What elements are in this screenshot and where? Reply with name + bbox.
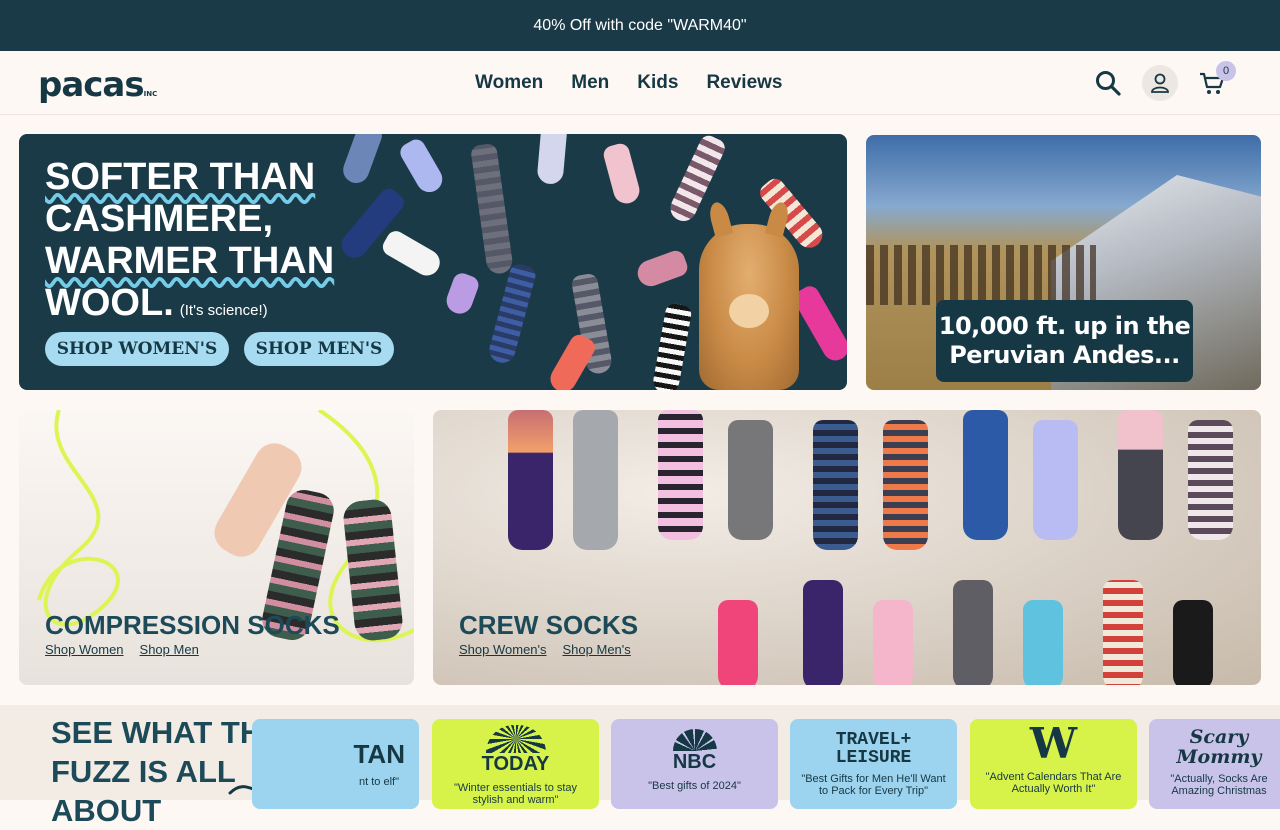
sock-image xyxy=(1103,580,1143,685)
press-card-travel-leisure[interactable]: TRAVEL+ LEISURE "Best Gifts for Men He'l… xyxy=(790,719,957,809)
andes-banner[interactable]: 10,000 ft. up in the Peruvian Andes... xyxy=(866,135,1261,390)
hero-aside: (It's science!) xyxy=(179,302,268,319)
sock-image xyxy=(601,141,643,207)
cart-icon[interactable]: 0 xyxy=(1194,61,1236,101)
crew-socks-tile[interactable]: CREW SOCKS Shop Women's Shop Men's xyxy=(433,410,1261,685)
press-card-today[interactable]: TODAY "Winter essentials to stay stylish… xyxy=(432,719,599,809)
site-header: pacasINC Women Men Kids Reviews 0 xyxy=(0,51,1280,115)
sock-image xyxy=(1118,410,1163,540)
compression-links: Shop Women Shop Men xyxy=(45,642,199,657)
compression-socks-tile[interactable]: COMPRESSION SOCKS Shop Women Shop Men xyxy=(19,410,414,685)
sock-image xyxy=(1173,600,1213,685)
alpaca-herd-image xyxy=(866,245,1096,305)
press-card-w[interactable]: W "Advent Calendars That Are Actually Wo… xyxy=(970,719,1137,809)
sock-image xyxy=(1023,600,1063,685)
press-card-nbc[interactable]: NBC "Best gifts of 2024" xyxy=(611,719,778,809)
sock-image xyxy=(658,410,703,540)
sock-image xyxy=(873,600,913,685)
nav-reviews[interactable]: Reviews xyxy=(706,72,782,94)
shop-men-link[interactable]: Shop Men xyxy=(140,642,199,657)
announcement-bar: 40% Off with code "WARM40" xyxy=(0,0,1280,51)
sock-image xyxy=(1188,420,1233,540)
sock-image xyxy=(953,580,993,685)
sock-image xyxy=(573,410,618,550)
nav-kids[interactable]: Kids xyxy=(637,72,678,94)
sock-image xyxy=(634,248,690,290)
search-icon[interactable] xyxy=(1090,65,1126,101)
andes-caption: 10,000 ft. up in the Peruvian Andes... xyxy=(936,300,1193,382)
sock-image xyxy=(442,270,482,318)
press-section: SEE WHAT THE FUZZ IS ALL ABOUT TAN nt to… xyxy=(0,705,1280,828)
hero-headline: SOFTER THAN CASHMERE, WARMER THAN WOOL.(… xyxy=(45,156,335,324)
shop-mens-button[interactable]: SHOP MEN'S xyxy=(244,332,394,366)
sock-image xyxy=(470,142,514,276)
header-icons: 0 xyxy=(1090,61,1236,101)
main-nav: Women Men Kids Reviews xyxy=(475,72,783,94)
shop-womens-link[interactable]: Shop Women's xyxy=(459,642,547,657)
sock-image xyxy=(339,134,385,187)
announcement-text: 40% Off with code "WARM40" xyxy=(533,16,747,34)
sock-image xyxy=(790,282,847,366)
sock-image xyxy=(813,420,858,550)
shop-womens-button[interactable]: SHOP WOMEN'S xyxy=(45,332,229,366)
sock-image xyxy=(963,410,1008,540)
nav-women[interactable]: Women xyxy=(475,72,543,94)
nav-men[interactable]: Men xyxy=(571,72,609,94)
sock-image xyxy=(486,262,538,366)
sock-image xyxy=(396,136,448,197)
hero-banner[interactable]: SOFTER THAN CASHMERE, WARMER THAN WOOL.(… xyxy=(19,134,847,390)
shop-mens-link[interactable]: Shop Men's xyxy=(563,642,631,657)
logo[interactable]: pacasINC xyxy=(38,65,157,105)
account-icon[interactable] xyxy=(1142,65,1178,101)
peacock-icon xyxy=(672,729,717,751)
alpaca-image xyxy=(699,200,799,390)
crew-title: CREW SOCKS xyxy=(459,610,639,640)
today-logo-icon xyxy=(485,725,546,753)
compression-title: COMPRESSION SOCKS xyxy=(45,610,340,640)
sock-image xyxy=(883,420,928,550)
crew-links: Shop Women's Shop Men's xyxy=(459,642,631,657)
sock-image xyxy=(728,420,773,540)
sock-image xyxy=(536,134,568,186)
sock-image xyxy=(508,410,553,550)
sock-image xyxy=(379,227,445,281)
sock-image xyxy=(803,580,843,685)
sock-image xyxy=(718,600,758,685)
press-card-scary-mommy[interactable]: Scary Mommy "Actually, Socks Are Amazing… xyxy=(1149,719,1280,809)
shop-women-link[interactable]: Shop Women xyxy=(45,642,124,657)
press-card-cosmo[interactable]: TAN nt to elf" xyxy=(252,719,419,809)
sock-image xyxy=(651,302,693,390)
sock-image xyxy=(1033,420,1078,540)
cart-count-badge: 0 xyxy=(1216,61,1236,81)
